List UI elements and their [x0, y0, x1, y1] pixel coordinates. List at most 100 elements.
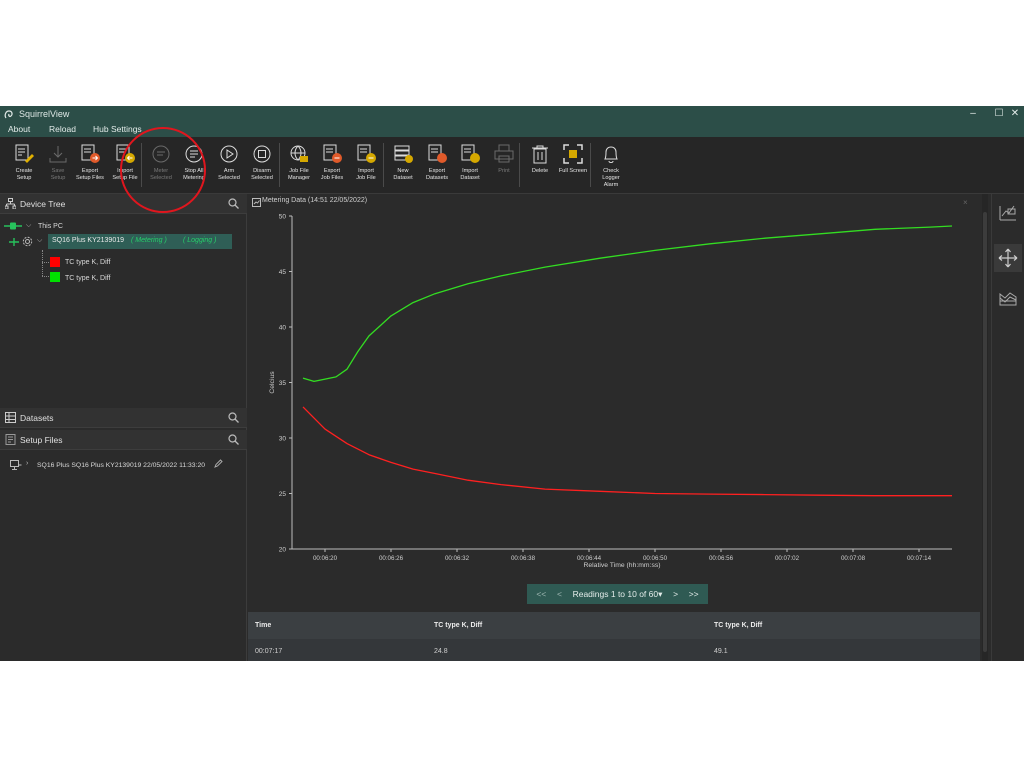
x-tick-label: 00:07:02	[775, 555, 800, 562]
y-tick-label: 50	[279, 214, 287, 221]
datasets-search-icon[interactable]	[228, 412, 239, 423]
pager-last-button[interactable]: >>	[689, 589, 699, 599]
device-name: SQ16 Plus KY2139019	[52, 237, 124, 244]
toolbar-label: Logger	[602, 175, 620, 181]
channel-1-label[interactable]: TC type K, Diff	[65, 259, 110, 266]
device-settings-gear-icon[interactable]	[22, 236, 33, 247]
scrollbar-thumb[interactable]	[983, 212, 987, 652]
setup-files-header[interactable]: Setup Files	[0, 430, 247, 450]
pager-first-button[interactable]: <<	[536, 589, 546, 599]
channel-2-label[interactable]: TC type K, Diff	[65, 275, 110, 282]
maximize-icon[interactable]: ☐	[992, 106, 1006, 122]
export-setup-files-icon	[81, 144, 100, 163]
create-setup-button[interactable]: Create Setup	[7, 143, 41, 182]
toolbar-label: Selected	[218, 175, 240, 181]
device-tree-icon	[5, 198, 16, 209]
delete-button[interactable]: Delete	[523, 143, 557, 175]
delete-icon	[532, 145, 548, 164]
new-dataset-button[interactable]: New Dataset	[386, 143, 420, 182]
menu-hub-settings[interactable]: Hub Settings	[93, 124, 142, 134]
datasets-header[interactable]: Datasets	[0, 408, 247, 428]
app-title: SquirrelView	[19, 109, 70, 119]
toolbar-label: Job Files	[320, 175, 344, 181]
this-pc-label: This PC	[38, 223, 63, 230]
panel-close-icon[interactable]: ×	[963, 198, 968, 207]
setup-files-icon	[5, 434, 16, 445]
setup-file-expand-icon[interactable]: ›	[26, 460, 28, 467]
print-button[interactable]: Print	[487, 143, 521, 175]
menu-reload[interactable]: Reload	[49, 124, 76, 134]
minimize-icon[interactable]: –	[966, 106, 980, 122]
menu-about[interactable]: About	[8, 124, 30, 134]
device-expand-chevron-icon[interactable]: ⌵	[37, 237, 42, 245]
pager-next-button[interactable]: >	[673, 589, 678, 599]
job-file-manager-button[interactable]: Job File Manager	[282, 143, 316, 182]
x-tick-label: 00:07:08	[841, 555, 866, 562]
disarm-selected-icon	[253, 145, 271, 163]
col-channel-1[interactable]: TC type K, Diff	[434, 622, 482, 629]
close-icon[interactable]: ✕	[1008, 106, 1022, 122]
arm-selected-button[interactable]: Arm Selected	[212, 143, 246, 182]
save-setup-button[interactable]: Save Setup	[41, 143, 75, 182]
search-icon[interactable]	[228, 198, 239, 209]
y-tick-label: 35	[279, 380, 287, 387]
channel-2-color-swatch	[50, 272, 60, 282]
export-datasets-button[interactable]: Export Datasets	[420, 143, 454, 182]
toolbar-label: Export	[428, 168, 446, 174]
setup-files-search-icon[interactable]	[228, 434, 239, 445]
disarm-selected-button[interactable]: Disarm Selected	[245, 143, 279, 182]
table-header: Time TC type K, Diff TC type K, Diff	[248, 612, 980, 639]
toolbar-label: Import	[462, 168, 478, 174]
pan-tool-button[interactable]	[994, 244, 1022, 272]
vertical-scrollbar[interactable]	[982, 194, 988, 661]
arm-selected-icon	[220, 145, 238, 163]
cell-channel-2: 49.1	[714, 648, 728, 655]
area-chart-icon[interactable]	[996, 286, 1020, 310]
table-row[interactable]: 00:07:17 24.8 49.1	[248, 639, 980, 661]
full-screen-button[interactable]: Full Screen	[556, 143, 590, 175]
status-logging: ( Logging )	[183, 237, 217, 244]
import-dataset-icon	[461, 144, 480, 163]
device-link-icon	[9, 238, 19, 246]
x-tick-label: 00:06:56	[709, 555, 734, 562]
setup-file-item[interactable]: SQ16 Plus SQ16 Plus KY2139019 22/05/2022…	[37, 462, 205, 469]
tree-connector	[42, 250, 43, 276]
readings-pager: << < Readings 1 to 10 of 60 ▾ > >>	[527, 584, 708, 604]
pager-readings-dropdown[interactable]: Readings 1 to 10 of 60 ▾	[573, 589, 663, 600]
squirrel-logo-icon	[4, 110, 13, 119]
toolbar-label: Setup Files	[76, 175, 104, 181]
import-dataset-button[interactable]: Import Dataset	[453, 143, 487, 182]
export-job-files-button[interactable]: Export Job Files	[315, 143, 349, 182]
channel-1-color-swatch	[50, 257, 60, 267]
bell-icon	[604, 146, 618, 163]
toolbar-label: Print	[498, 168, 510, 174]
metering-panel: Metering Data (14:51 22/05/2022) × 20 25 3…	[248, 194, 980, 661]
toolbar-label: Setup	[50, 175, 66, 181]
metering-data-icon	[252, 198, 261, 207]
pager-prev-button[interactable]: <	[557, 589, 562, 599]
chart-view-icon[interactable]	[996, 200, 1020, 224]
x-tick-label: 00:06:20	[313, 555, 338, 562]
dropdown-caret-icon: ▾	[658, 588, 663, 599]
import-job-file-button[interactable]: Import Job File	[349, 143, 383, 182]
bell-button[interactable]: Check Logger Alarm	[594, 143, 628, 189]
toolbar-label: Dataset	[460, 175, 480, 181]
toolbar-label: Check	[603, 168, 619, 174]
move-arrows-icon	[998, 248, 1018, 268]
export-setup-files-button[interactable]: Export Setup Files	[73, 143, 107, 182]
series-2-line	[302, 225, 953, 383]
y-tick-label: 20	[279, 547, 287, 554]
title-bar: SquirrelView – ☐ ✕	[0, 106, 1024, 122]
toolbar-label: Setup	[16, 175, 32, 181]
expand-chevron-icon[interactable]: ⌵	[26, 222, 31, 230]
col-time[interactable]: Time	[255, 622, 271, 629]
col-channel-2[interactable]: TC type K, Diff	[714, 622, 762, 629]
edit-pencil-icon[interactable]	[214, 459, 223, 468]
save-setup-icon	[49, 146, 67, 163]
connection-plug-icon	[4, 222, 22, 230]
device-row-selected[interactable]: SQ16 Plus KY2139019 ( Metering ) ( Loggi…	[48, 234, 232, 249]
cell-time: 00:07:17	[255, 648, 283, 655]
tree-connector	[42, 262, 49, 263]
import-job-file-icon	[357, 144, 376, 163]
y-tick-label: 25	[279, 491, 287, 498]
